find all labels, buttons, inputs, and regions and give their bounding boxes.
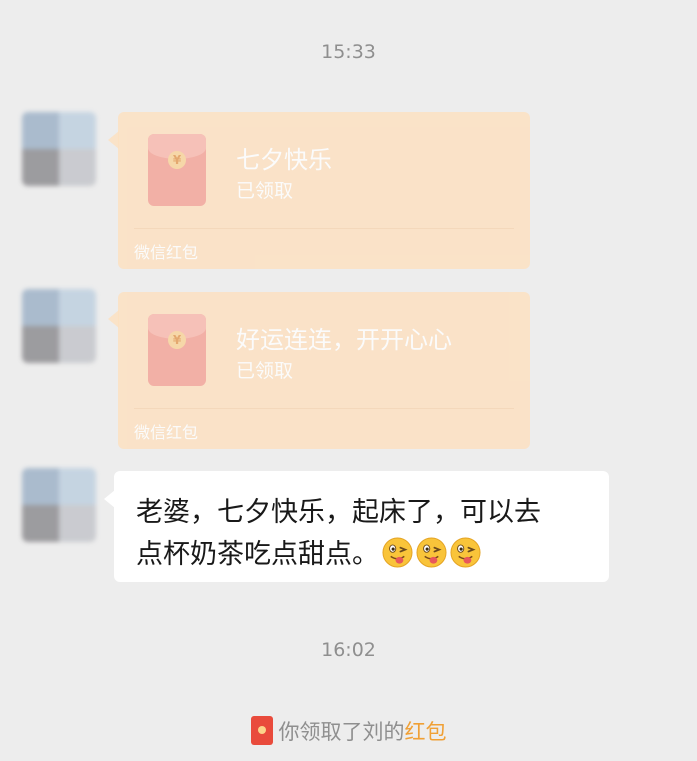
red-packet-received-note: 你领取了刘的红包 (0, 716, 697, 746)
winking-tongue-out-emoji-icon (382, 537, 413, 568)
timestamp: 16:02 (321, 639, 376, 661)
red-packet-icon (250, 716, 273, 745)
red-packet-greeting: 好运连连，开开心心 (236, 326, 452, 354)
divider (134, 408, 514, 409)
text-message-bubble[interactable]: 老婆，七夕快乐，起床了，可以去 点杯奶茶吃点甜点。 (114, 471, 609, 582)
winking-tongue-out-emoji-icon (450, 537, 481, 568)
yuan-coin-icon: ¥ (168, 331, 186, 349)
red-packet-envelope-icon: ¥ (148, 134, 206, 206)
message-line: 老婆，七夕快乐，起床了，可以去 (136, 497, 541, 528)
red-packet-link[interactable]: 红包 (405, 720, 447, 744)
timestamp: 15:33 (321, 41, 376, 63)
red-packet-card[interactable]: ¥ 七夕快乐 已领取 微信红包 (118, 112, 530, 269)
red-packet-brand: 微信红包 (134, 423, 199, 442)
red-packet-envelope-icon: ¥ (148, 314, 206, 386)
red-packet-brand: 微信红包 (134, 243, 199, 262)
avatar[interactable] (22, 289, 96, 363)
avatar[interactable] (22, 112, 96, 186)
red-packet-status: 已领取 (236, 180, 294, 202)
red-packet-card[interactable]: ¥ 好运连连，开开心心 已领取 微信红包 (118, 292, 530, 449)
system-note-text: 你领取了刘的 (278, 720, 405, 744)
winking-tongue-out-emoji-icon (416, 537, 447, 568)
red-packet-status: 已领取 (236, 360, 294, 382)
avatar[interactable] (22, 468, 96, 542)
message-text: 点杯奶茶吃点甜点。 (136, 539, 379, 570)
divider (134, 228, 514, 229)
message-line: 点杯奶茶吃点甜点。 (136, 532, 481, 571)
red-packet-greeting: 七夕快乐 (236, 146, 332, 174)
yuan-coin-icon: ¥ (168, 151, 186, 169)
